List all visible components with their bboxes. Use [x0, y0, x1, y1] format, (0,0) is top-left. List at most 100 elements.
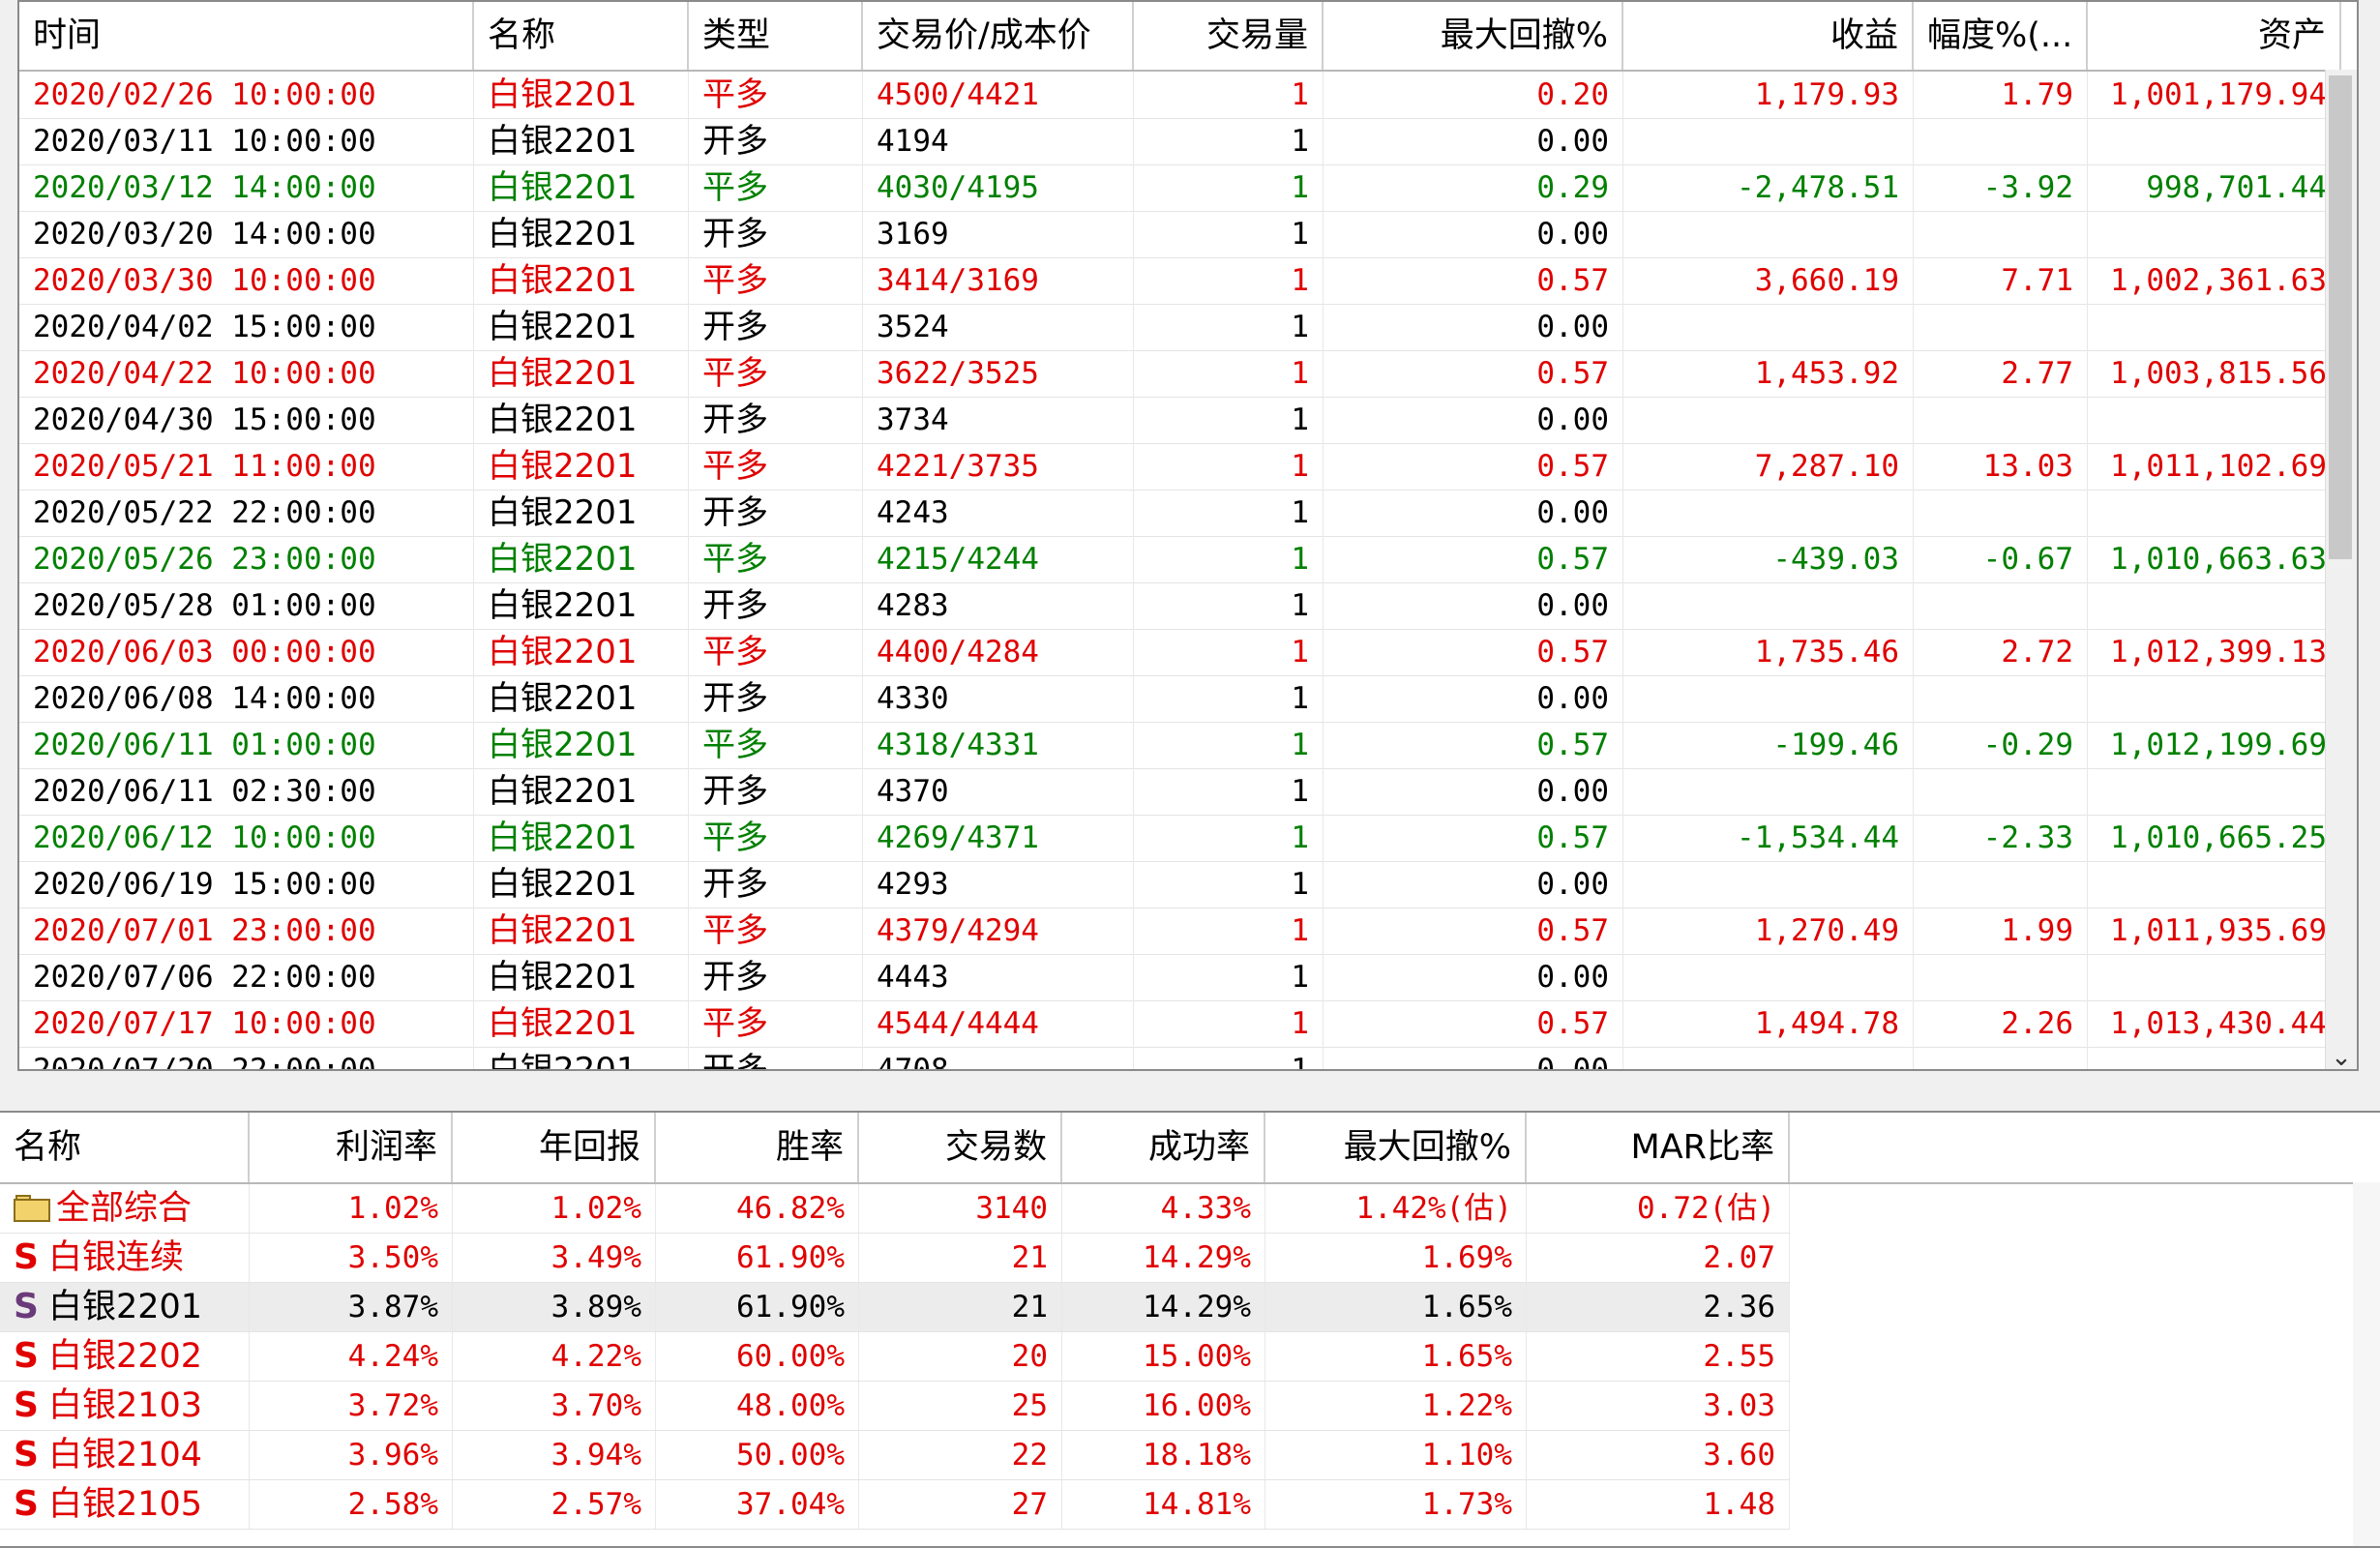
- summary-profit-rate-cell: 1.02%: [250, 1184, 453, 1233]
- trade-row[interactable]: 2020/05/26 23:00:00 白银2201 平多 4215/4244 1 0.5…: [19, 536, 2341, 583]
- summary-header-mar-ratio[interactable]: MAR比率: [1527, 1113, 1790, 1182]
- pct-cell: -3.92: [1914, 164, 2088, 211]
- header-qty[interactable]: 交易量: [1134, 2, 1324, 70]
- pnl-cell: 3,660.19: [1623, 257, 1914, 304]
- time-cell: 2020/04/22 10:00:00: [19, 350, 474, 397]
- qty-cell: 1: [1134, 861, 1324, 908]
- trade-row[interactable]: 2020/04/22 10:00:00 白银2201 平多 3622/3525 1 0.5…: [19, 350, 2341, 398]
- time-cell: 2020/03/30 10:00:00: [19, 257, 474, 304]
- trade-row[interactable]: 2020/07/01 23:00:00 白银2201 平多 4379/4294 1 0.5…: [19, 908, 2341, 955]
- qty-cell: 1: [1134, 722, 1324, 768]
- time-cell: 2020/05/21 11:00:00: [19, 443, 474, 490]
- trade-row[interactable]: 2020/05/28 01:00:00 白银2201 开多 4283 1 0.00: [19, 582, 2341, 630]
- name-cell: 白银2201: [474, 768, 689, 815]
- summary-annual-return-cell: 3.49%: [453, 1234, 656, 1282]
- header-price[interactable]: 交易价/成本价: [863, 2, 1134, 70]
- summary-row[interactable]: S 白银2201 3.87% 3.89% 61.90% 21 14.29% 1.65% 2.36: [0, 1283, 1790, 1332]
- summary-row[interactable]: S 白银2202 4.24% 4.22% 60.00% 20 15.00% 1.65% 2.55: [0, 1332, 1790, 1382]
- qty-cell: 1: [1134, 768, 1324, 815]
- summary-header-annual-return[interactable]: 年回报: [453, 1113, 656, 1182]
- trade-row[interactable]: 2020/05/21 11:00:00 白银2201 平多 4221/3735 1 0.5…: [19, 443, 2341, 491]
- trade-row[interactable]: 2020/03/20 14:00:00 白银2201 开多 3169 1 0.00: [19, 211, 2341, 258]
- summary-header-name[interactable]: 名称: [0, 1113, 250, 1182]
- qty-cell: 1: [1134, 536, 1324, 582]
- header-pct[interactable]: 幅度%(...: [1914, 2, 2088, 70]
- qty-cell: 1: [1134, 164, 1324, 211]
- summary-name-cell: S 白银2104: [0, 1431, 250, 1479]
- summary-header-profit-rate[interactable]: 利润率: [250, 1113, 453, 1182]
- trade-row[interactable]: 2020/06/12 10:00:00 白银2201 平多 4269/4371 1 0.5…: [19, 815, 2341, 862]
- type-cell: 平多: [689, 72, 863, 118]
- price-cell: 3524: [863, 304, 1134, 350]
- trade-row[interactable]: 2020/07/20 22:00:00 白银2201 开多 4708 1 0.00: [19, 1047, 2341, 1069]
- name-cell: 白银2201: [474, 118, 689, 164]
- price-cell: 4379/4294: [863, 908, 1134, 954]
- trade-row[interactable]: 2020/06/03 00:00:00 白银2201 平多 4400/4284 1 0.5…: [19, 629, 2341, 676]
- price-cell: 4221/3735: [863, 443, 1134, 490]
- asset-cell: 1,011,102.69: [2088, 443, 2341, 490]
- trade-row[interactable]: 2020/03/12 14:00:00 白银2201 平多 4030/4195 1 0.2…: [19, 164, 2341, 212]
- summary-header-max-drawdown[interactable]: 最大回撤%: [1265, 1113, 1527, 1182]
- summary-header-trade-count[interactable]: 交易数: [859, 1113, 1062, 1182]
- trade-row[interactable]: 2020/06/19 15:00:00 白银2201 开多 4293 1 0.00: [19, 861, 2341, 908]
- name-cell: 白银2201: [474, 350, 689, 397]
- scrollbar-thumb[interactable]: [2329, 75, 2352, 559]
- qty-cell: 1: [1134, 582, 1324, 629]
- trade-row[interactable]: 2020/04/30 15:00:00 白银2201 开多 3734 1 0.00: [19, 397, 2341, 444]
- summary-win-rate-cell: 50.00%: [656, 1431, 859, 1479]
- pct-cell: 7.71: [1914, 257, 2088, 304]
- summary-profit-rate-cell: 3.50%: [250, 1234, 453, 1282]
- header-name[interactable]: 名称: [474, 2, 689, 70]
- trade-row[interactable]: 2020/07/06 22:00:00 白银2201 开多 4443 1 0.00: [19, 954, 2341, 1001]
- trade-row[interactable]: 2020/03/11 10:00:00 白银2201 开多 4194 1 0.00: [19, 118, 2341, 165]
- name-cell: 白银2201: [474, 1047, 689, 1069]
- name-cell: 白银2201: [474, 1000, 689, 1047]
- qty-cell: 1: [1134, 490, 1324, 536]
- header-type[interactable]: 类型: [689, 2, 863, 70]
- summary-row[interactable]: 全部综合 1.02% 1.02% 46.82% 3140 4.33% 1.42%(估) 0.7…: [0, 1184, 1790, 1234]
- summary-row[interactable]: S 白银2104 3.96% 3.94% 50.00% 22 18.18% 1.10% 3.60: [0, 1431, 1790, 1480]
- type-cell: 开多: [689, 211, 863, 257]
- header-asset[interactable]: 资产: [2088, 2, 2341, 70]
- summary-row[interactable]: S 白银2103 3.72% 3.70% 48.00% 25 16.00% 1.22% 3.03: [0, 1382, 1790, 1431]
- summary-success-rate-cell: 18.18%: [1062, 1431, 1265, 1479]
- type-cell: 开多: [689, 954, 863, 1000]
- type-cell: 平多: [689, 629, 863, 675]
- trade-table-scrollbar[interactable]: ⌄: [2325, 70, 2357, 1069]
- s-icon: S: [14, 1237, 39, 1277]
- summary-header-success-rate[interactable]: 成功率: [1062, 1113, 1265, 1182]
- trade-row[interactable]: 2020/06/08 14:00:00 白银2201 开多 4330 1 0.00: [19, 675, 2341, 723]
- summary-header-win-rate[interactable]: 胜率: [656, 1113, 859, 1182]
- trade-row[interactable]: 2020/05/22 22:00:00 白银2201 开多 4243 1 0.00: [19, 490, 2341, 537]
- pct-cell: [1914, 118, 2088, 164]
- trade-row[interactable]: 2020/04/02 15:00:00 白银2201 开多 3524 1 0.00: [19, 304, 2341, 351]
- summary-row[interactable]: S 白银2105 2.58% 2.57% 37.04% 27 14.81% 1.73% 1.48: [0, 1480, 1790, 1530]
- chevron-down-icon[interactable]: ⌄: [2326, 1042, 2357, 1069]
- summary-row[interactable]: S 白银连续 3.50% 3.49% 61.90% 21 14.29% 1.69% 2.07: [0, 1234, 1790, 1283]
- s-icon: S: [14, 1385, 39, 1425]
- summary-table-scrollbar[interactable]: [2353, 1182, 2380, 1546]
- summary-success-rate-cell: 14.29%: [1062, 1283, 1265, 1331]
- header-time[interactable]: 时间: [19, 2, 474, 70]
- trade-row[interactable]: 2020/06/11 01:00:00 白银2201 平多 4318/4331 1 0.5…: [19, 722, 2341, 769]
- type-cell: 平多: [689, 164, 863, 211]
- drawdown-cell: 0.00: [1324, 490, 1623, 536]
- header-pnl[interactable]: 收益: [1623, 2, 1914, 70]
- trade-row[interactable]: 2020/02/26 10:00:00 白银2201 平多 4500/4421 1 0.2…: [19, 72, 2341, 119]
- trade-list-pane: 时间 名称 类型 交易价/成本价 交易量 最大回撤% 收益 幅度%(... 资产 2020/02…: [17, 0, 2359, 1071]
- asset-cell: 1,012,199.69: [2088, 722, 2341, 768]
- asset-cell: [2088, 211, 2341, 257]
- asset-cell: [2088, 118, 2341, 164]
- asset-cell: 1,001,179.94: [2088, 72, 2341, 118]
- trade-row[interactable]: 2020/03/30 10:00:00 白银2201 平多 3414/3169 1 0.5…: [19, 257, 2341, 305]
- time-cell: 2020/07/20 22:00:00: [19, 1047, 474, 1069]
- trade-row[interactable]: 2020/06/11 02:30:00 白银2201 开多 4370 1 0.00: [19, 768, 2341, 816]
- s-icon: S: [14, 1336, 39, 1376]
- summary-trade-count-cell: 21: [859, 1234, 1062, 1282]
- price-cell: 4708: [863, 1047, 1134, 1069]
- header-drawdown[interactable]: 最大回撤%: [1324, 2, 1623, 70]
- type-cell: 开多: [689, 397, 863, 443]
- name-cell: 白银2201: [474, 675, 689, 722]
- qty-cell: 1: [1134, 443, 1324, 490]
- trade-row[interactable]: 2020/07/17 10:00:00 白银2201 平多 4544/4444 1 0.5…: [19, 1000, 2341, 1048]
